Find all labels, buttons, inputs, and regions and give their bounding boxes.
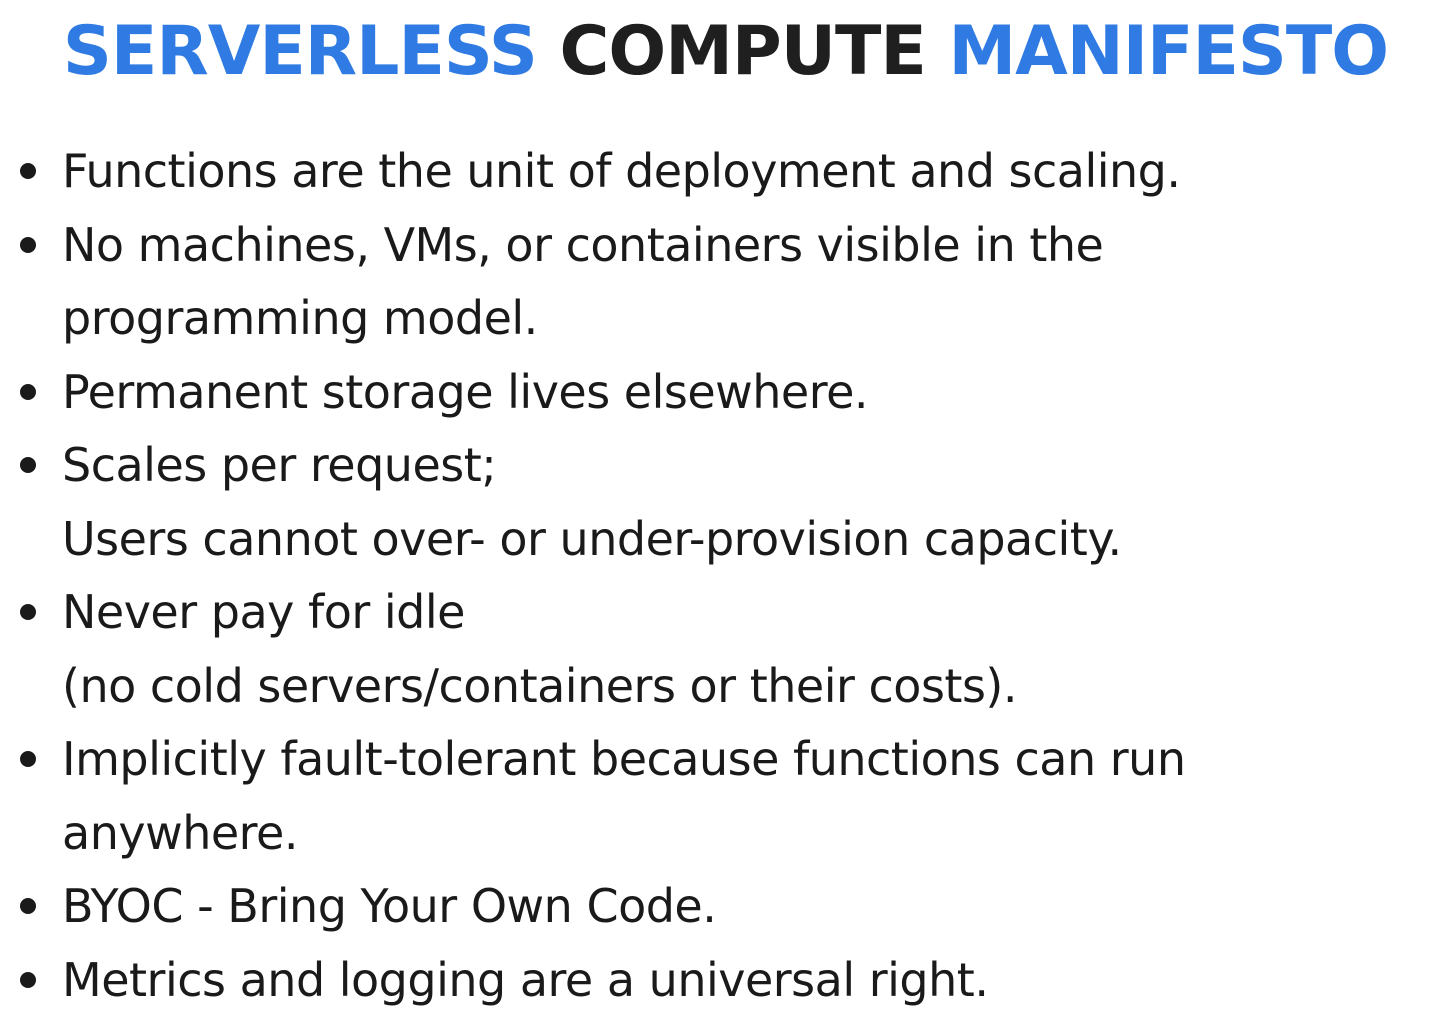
list-item: Metrics and logging are a universal righ… xyxy=(0,944,1451,1018)
list-item: Never pay for idle (no cold servers/conta… xyxy=(0,576,1451,723)
slide: SERVERLESS COMPUTE MANIFESTO Functions a… xyxy=(0,0,1451,1036)
bullet-dot-icon xyxy=(20,383,36,400)
bullet-dot-icon xyxy=(20,604,36,620)
bullet-text-line: (no cold servers/containers or their cos… xyxy=(62,658,1017,713)
bullet-text-line: Users cannot over- or under-provision ca… xyxy=(62,511,1122,566)
bullet-list: Functions are the unit of deployment and… xyxy=(0,135,1451,1017)
list-item: Scales per request; Users cannot over- or… xyxy=(0,429,1451,576)
title-word-manifesto: MANIFESTO xyxy=(948,12,1389,91)
bullet-dot-icon xyxy=(20,751,36,767)
bullet-text-line: Never pay for idle xyxy=(62,585,465,639)
bullet-text-line: programming model. xyxy=(62,291,538,345)
bullet-dot-icon xyxy=(20,236,36,253)
bullet-dot-icon xyxy=(20,163,36,179)
bullet-text-line: Permanent storage lives elsewhere. xyxy=(62,364,869,419)
bullet-text-line: Implicitly fault-tolerant because functi… xyxy=(62,732,1186,786)
bullet-text-line: Scales per request; xyxy=(62,438,497,492)
list-item: Functions are the unit of deployment and… xyxy=(0,135,1451,209)
list-item: BYOC - Bring Your Own Code. xyxy=(0,870,1451,944)
bullet-dot-icon xyxy=(20,898,36,914)
title-word-serverless: SERVERLESS xyxy=(62,12,538,91)
title-word-compute: COMPUTE xyxy=(559,12,927,91)
bullet-text-line: Functions are the unit of deployment and… xyxy=(62,144,1181,198)
list-item: Permanent storage lives elsewhere. xyxy=(0,356,1451,430)
bullet-text-line: Metrics and logging are a universal righ… xyxy=(62,952,989,1007)
bullet-text-line: BYOC - Bring Your Own Code. xyxy=(62,879,717,933)
list-item: Implicitly fault-tolerant because functi… xyxy=(0,723,1451,870)
list-item: No machines, VMs, or containers visible … xyxy=(0,209,1451,356)
page-title: SERVERLESS COMPUTE MANIFESTO xyxy=(0,0,1451,112)
bullet-text-line: No machines, VMs, or containers visible … xyxy=(62,217,1104,272)
bullet-dot-icon xyxy=(20,971,36,988)
bullet-dot-icon xyxy=(20,457,36,473)
bullet-text-line: anywhere. xyxy=(62,805,298,860)
